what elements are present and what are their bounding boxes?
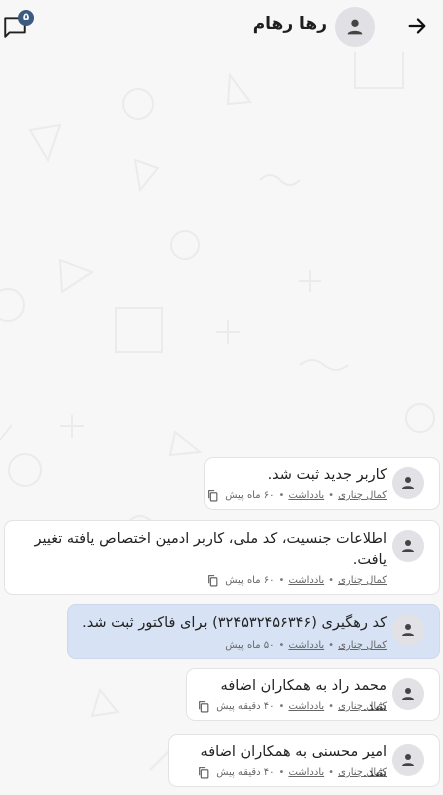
message-bubble: اطلاعات جنسیت، کد ملی، کاربر ادمین اختصا… <box>4 520 440 595</box>
note-type-link[interactable]: یادداشت <box>288 490 324 501</box>
person-icon <box>402 624 414 636</box>
message-avatar <box>392 614 424 646</box>
message-bubble-highlighted: کد رهگیری (۳۲۴۵۳۲۴۵۶۳۴۶) برای فاکتور ثبت… <box>67 604 440 659</box>
person-icon <box>347 19 363 35</box>
separator-dot: • <box>328 640 335 651</box>
author-link[interactable]: کمال چناری <box>338 767 387 778</box>
message-meta: کمال چناری • یادداشت • ۴۰ دقیقه پیش <box>197 766 387 779</box>
author-link[interactable]: کمال چناری <box>338 701 387 712</box>
copy-icon[interactable] <box>206 489 219 502</box>
message-time: ۵۰ ماه پیش <box>225 640 275 651</box>
copy-icon[interactable] <box>206 574 219 587</box>
message-text: اطلاعات جنسیت، کد ملی، کاربر ادمین اختصا… <box>34 531 387 568</box>
message-time: ۶۰ ماه پیش <box>225 575 275 586</box>
message-meta: کمال چناری • یادداشت • ۶۰ ماه پیش <box>206 574 387 587</box>
message-meta: کمال چناری • یادداشت • ۴۰ دقیقه پیش <box>197 700 387 713</box>
message-text: کد رهگیری (۳۲۴۵۳۲۴۵۶۳۴۶) برای فاکتور ثبت… <box>82 615 387 631</box>
person-icon <box>402 540 414 552</box>
message-time: ۴۰ دقیقه پیش <box>216 767 275 778</box>
author-link[interactable]: کمال چناری <box>338 490 387 501</box>
message-avatar <box>392 744 424 776</box>
separator-dot: • <box>278 767 285 778</box>
unread-badge: ۵ <box>18 10 34 26</box>
message-avatar <box>392 467 424 499</box>
message-avatar <box>392 678 424 710</box>
message-time: ۶۰ ماه پیش <box>225 490 275 501</box>
note-type-link[interactable]: یادداشت <box>288 701 324 712</box>
separator-dot: • <box>278 701 285 712</box>
copy-icon[interactable] <box>197 766 210 779</box>
person-icon <box>402 754 414 766</box>
separator-dot: • <box>278 640 285 651</box>
contact-avatar[interactable] <box>335 7 375 47</box>
note-type-link[interactable]: یادداشت <box>288 575 324 586</box>
contact-name: رها رهام <box>252 14 327 34</box>
message-avatar <box>392 530 424 562</box>
messages-button[interactable]: ۵ <box>2 10 34 42</box>
message-meta: کمال چناری • یادداشت • ۶۰ ماه پیش <box>206 489 387 502</box>
separator-dot: • <box>328 575 335 586</box>
back-button[interactable] <box>403 12 431 40</box>
separator-dot: • <box>328 701 335 712</box>
message-text: کاربر جدید ثبت شد. <box>267 467 387 483</box>
author-link[interactable]: کمال چناری <box>338 640 387 651</box>
note-type-link[interactable]: یادداشت <box>288 767 324 778</box>
separator-dot: • <box>328 490 335 501</box>
message-time: ۴۰ دقیقه پیش <box>216 701 275 712</box>
chat-header: رها رهام ۵ <box>0 0 443 52</box>
person-icon <box>402 688 414 700</box>
message-meta: کمال چناری • یادداشت • ۵۰ ماه پیش <box>225 640 387 651</box>
separator-dot: • <box>278 490 285 501</box>
separator-dot: • <box>328 767 335 778</box>
separator-dot: • <box>278 575 285 586</box>
person-icon <box>402 477 414 489</box>
note-type-link[interactable]: یادداشت <box>288 640 324 651</box>
author-link[interactable]: کمال چناری <box>338 575 387 586</box>
arrow-right-icon <box>408 18 426 34</box>
copy-icon[interactable] <box>197 700 210 713</box>
